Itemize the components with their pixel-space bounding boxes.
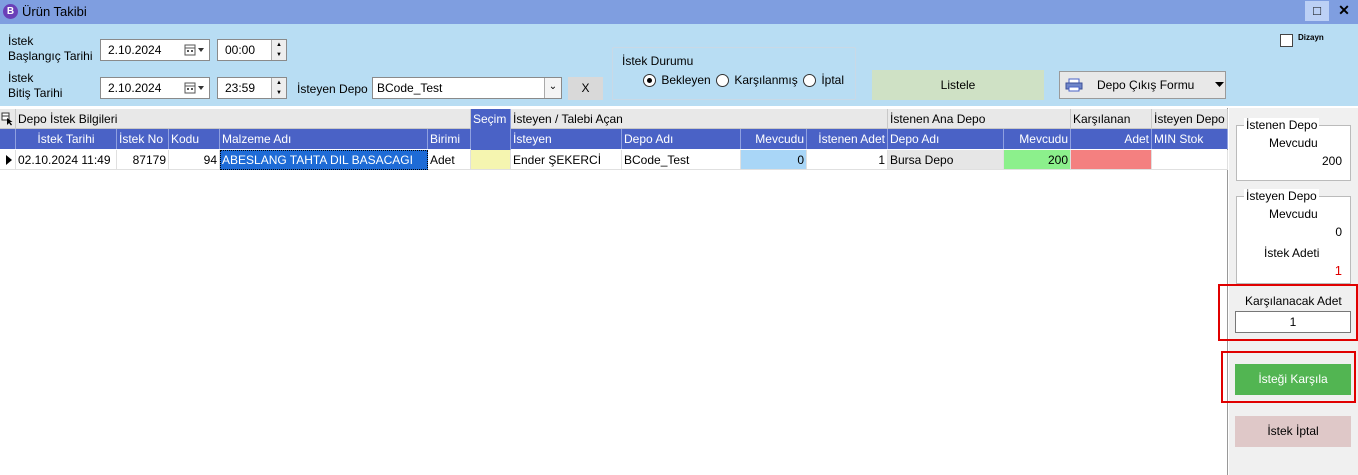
istek-adeti-value: 1 bbox=[1334, 263, 1342, 278]
col-istenen-adet[interactable]: İstenen Adet bbox=[807, 129, 888, 149]
depo-label: İsteyen Depo bbox=[297, 82, 368, 96]
karsilanacak-label: Karşılanacak Adet bbox=[1245, 294, 1342, 308]
cell-istek-tarihi[interactable]: 02.10.2024 11:49 bbox=[16, 150, 117, 170]
cell-depo-adi[interactable]: BCode_Test bbox=[622, 150, 741, 170]
col-adet[interactable]: Adet bbox=[1071, 129, 1152, 149]
depo-select[interactable]: BCode_Test ⌄ bbox=[372, 77, 562, 99]
start-time-value: 00:00 bbox=[225, 43, 256, 57]
secim-label: Seçim bbox=[473, 112, 507, 126]
istenen-mevcudu-value: 200 bbox=[1321, 154, 1342, 168]
radio-icon bbox=[716, 74, 729, 88]
col-malzeme-adi[interactable]: Malzeme Adı bbox=[220, 129, 428, 149]
istegi-karsila-button[interactable]: İsteği Karşıla bbox=[1235, 364, 1351, 395]
cell-ana-mevcudu[interactable]: 200 bbox=[1004, 150, 1071, 170]
end-time-value: 23:59 bbox=[225, 81, 256, 95]
col-istek-tarihi[interactable]: İstek Tarihi bbox=[16, 129, 117, 149]
status-option-iptal[interactable]: İptal bbox=[803, 73, 845, 88]
row-pointer-icon bbox=[6, 155, 12, 165]
istek-iptal-button[interactable]: İstek İptal bbox=[1235, 416, 1351, 447]
isteyen-mevcudu-value: 0 bbox=[1335, 225, 1342, 239]
column-chooser-icon bbox=[1, 112, 13, 126]
col-birimi[interactable]: Birimi bbox=[428, 129, 471, 149]
app-logo-icon: B bbox=[3, 4, 18, 19]
col-depo-adi[interactable]: Depo Adı bbox=[622, 129, 741, 149]
printer-icon bbox=[1065, 78, 1083, 92]
isteyen-depo-title: İsteyen Depo bbox=[1244, 189, 1319, 203]
clear-depo-button[interactable]: X bbox=[568, 77, 603, 100]
col-mevcudu[interactable]: Mevcudu bbox=[741, 129, 807, 149]
radio-selected-icon bbox=[643, 74, 656, 88]
band-isteyen: İsteyen / Talebi Açan bbox=[511, 109, 888, 129]
istek-grid: Depo İstek Bilgileri Seçim İsteyen / Tal… bbox=[0, 108, 1228, 475]
start-date-value: 2.10.2024 bbox=[108, 43, 162, 57]
cell-birimi[interactable]: Adet bbox=[428, 150, 471, 170]
maximize-button[interactable]: □ bbox=[1305, 1, 1329, 21]
window-title: Ürün Takibi bbox=[22, 4, 87, 19]
depo-cikis-formu-button[interactable]: Depo Çıkış Formu bbox=[1059, 71, 1226, 99]
status-title: İstek Durumu bbox=[622, 54, 694, 68]
band-depo-istek: Depo İstek Bilgileri bbox=[16, 109, 471, 129]
col-kodu[interactable]: Kodu bbox=[169, 129, 220, 149]
start-date-field[interactable]: 2.10.2024 bbox=[100, 39, 210, 61]
band-karsilanan: Karşılanan bbox=[1071, 109, 1152, 129]
band-istenen: İstenen Ana Depo bbox=[888, 109, 1071, 129]
isteyen-depo-group: İsteyen Depo Mevcudu 0 İstek Adeti 1 bbox=[1236, 189, 1351, 284]
end-time-spinner[interactable]: ▲ ▼ bbox=[271, 78, 286, 98]
depo-select-value: BCode_Test bbox=[377, 81, 443, 95]
istenen-depo-title: İstenen Depo bbox=[1244, 118, 1320, 132]
isteyen-mevcudu-label: Mevcudu bbox=[1269, 207, 1318, 221]
cell-isteyen[interactable]: Ender ŞEKERCİ bbox=[511, 150, 622, 170]
row-indicator-header bbox=[0, 129, 16, 149]
listele-button[interactable]: Listele bbox=[872, 70, 1044, 100]
col-isteyen[interactable]: İsteyen bbox=[511, 129, 622, 149]
status-option-label: Karşılanmış bbox=[734, 73, 798, 87]
status-option-bekleyen[interactable]: Bekleyen bbox=[643, 73, 711, 88]
row-indicator[interactable] bbox=[0, 150, 16, 170]
start-time-spinner[interactable]: ▲ ▼ bbox=[271, 40, 286, 60]
depo-cikis-formu-label: Depo Çıkış Formu bbox=[1097, 78, 1195, 92]
end-date-value: 2.10.2024 bbox=[108, 81, 162, 95]
col-min-stok[interactable]: MIN Stok bbox=[1152, 129, 1228, 149]
cell-min-stok[interactable] bbox=[1152, 150, 1228, 170]
end-date-label-2: Bitiş Tarihi bbox=[8, 86, 63, 100]
istek-adeti-label: İstek Adeti bbox=[1264, 246, 1320, 260]
karsilanacak-value: 1 bbox=[1289, 315, 1297, 329]
end-time-field[interactable]: 23:59 ▲ ▼ bbox=[217, 77, 287, 99]
dizayn-label: Dizayn bbox=[1298, 33, 1324, 42]
dropdown-arrow-icon bbox=[1215, 82, 1224, 87]
status-option-karsilanmis[interactable]: Karşılanmış bbox=[716, 73, 798, 88]
istenen-depo-group: İstenen Depo Mevcudu 200 bbox=[1236, 118, 1351, 181]
chevron-down-icon[interactable]: ⌄ bbox=[544, 78, 561, 98]
cell-istek-no[interactable]: 87179 bbox=[117, 150, 169, 170]
status-option-label: İptal bbox=[821, 73, 845, 87]
radio-icon bbox=[803, 74, 816, 88]
start-time-field[interactable]: 00:00 ▲ ▼ bbox=[217, 39, 287, 61]
col-ana-depo-adi[interactable]: Depo Adı bbox=[888, 129, 1004, 149]
start-date-label-2: Başlangıç Tarihi bbox=[8, 49, 93, 63]
close-button[interactable]: ✕ bbox=[1332, 1, 1356, 21]
cell-ana-depo-adi[interactable]: Bursa Depo bbox=[888, 150, 1004, 170]
start-date-label-1: İstek bbox=[8, 34, 34, 48]
dizayn-checkbox[interactable] bbox=[1280, 34, 1293, 47]
cell-kodu[interactable]: 94 bbox=[169, 150, 220, 170]
col-istek-no[interactable]: İstek No bbox=[117, 129, 169, 149]
calendar-dropdown-icon[interactable] bbox=[184, 43, 206, 57]
calendar-dropdown-icon[interactable] bbox=[184, 81, 206, 95]
band-secim[interactable]: Seçim bbox=[471, 109, 511, 150]
cell-mevcudu[interactable]: 0 bbox=[741, 150, 807, 170]
grid-corner[interactable] bbox=[0, 109, 16, 129]
status-option-label: Bekleyen bbox=[661, 73, 711, 87]
istenen-mevcudu-label: Mevcudu bbox=[1269, 136, 1318, 150]
end-date-field[interactable]: 2.10.2024 bbox=[100, 77, 210, 99]
cell-malzeme-adi[interactable]: ABESLANG TAHTA DIL BASACAGI bbox=[220, 150, 428, 170]
karsilanacak-input[interactable]: 1 bbox=[1235, 311, 1351, 333]
col-ana-mevcudu[interactable]: Mevcudu bbox=[1004, 129, 1071, 149]
cell-adet[interactable] bbox=[1071, 150, 1152, 170]
band-isteyen-depo: İsteyen Depo bbox=[1152, 109, 1228, 129]
cell-secim[interactable] bbox=[471, 150, 511, 170]
cell-istenen-adet[interactable]: 1 bbox=[807, 150, 888, 170]
title-bar bbox=[0, 0, 1358, 24]
end-date-label-1: İstek bbox=[8, 71, 34, 85]
